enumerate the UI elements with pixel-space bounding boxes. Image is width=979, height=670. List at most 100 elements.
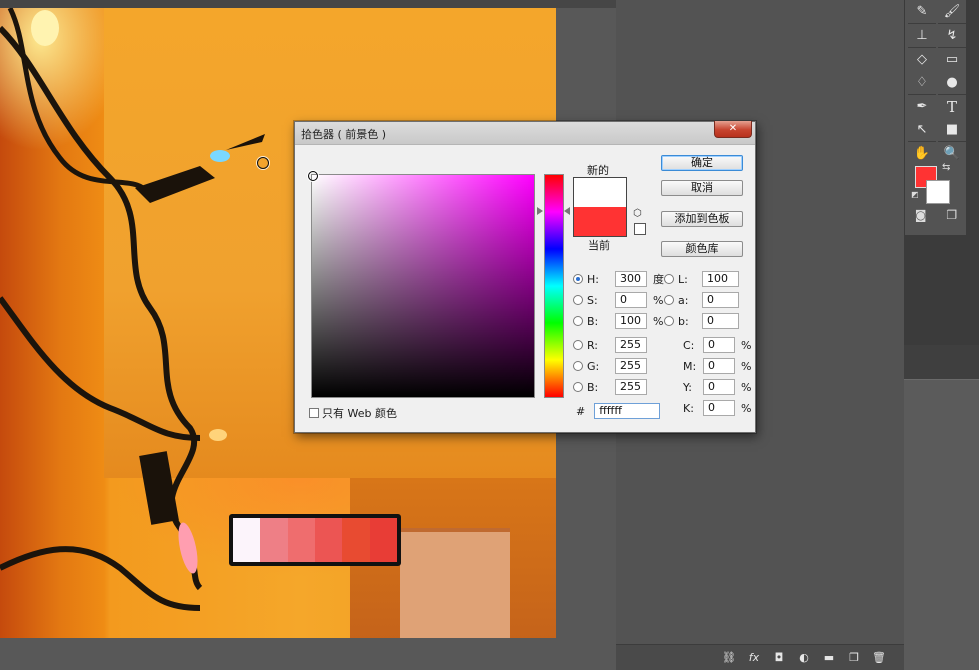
hue-slider[interactable] (544, 174, 564, 398)
radio-h[interactable] (573, 274, 583, 284)
swap-colors-icon[interactable]: ⇆ (942, 162, 950, 173)
new-color-label: 新的 (587, 164, 609, 177)
input-h[interactable]: 300 (615, 271, 647, 287)
hand-icon[interactable]: ✋ (908, 141, 936, 165)
color-libraries-button[interactable]: 颜色库 (661, 241, 743, 257)
hue-slider-left-arrow[interactable] (537, 207, 543, 215)
input-c[interactable]: 0 (703, 337, 735, 353)
cancel-button[interactable]: 取消 (661, 180, 743, 196)
right-lower-panel (904, 345, 979, 670)
radio-a[interactable] (664, 295, 674, 305)
path-select-icon[interactable]: ↖ (908, 118, 936, 141)
fx-icon[interactable]: fx (747, 651, 761, 664)
input-l[interactable]: 100 (702, 271, 739, 287)
history-brush-icon[interactable]: ↯ (938, 23, 966, 47)
hex-input[interactable]: ffffff (594, 403, 661, 419)
quick-mask-icon[interactable]: ◙ (915, 208, 927, 222)
field-row-k: K: 0 % (683, 399, 751, 417)
input-a[interactable]: 0 (702, 292, 739, 308)
healing-brush-icon[interactable]: ✎ (908, 0, 936, 23)
field-row-bc: B: 255 (573, 378, 647, 396)
field-row-a: a: 0 (664, 291, 739, 309)
add-to-swatches-button[interactable]: 添加到色板 (661, 211, 743, 227)
color-preview (573, 177, 627, 237)
stamp-icon[interactable]: ⊥ (908, 23, 936, 47)
unit-y: % (741, 380, 752, 394)
panel-body (904, 380, 979, 670)
radio-bv[interactable] (573, 316, 583, 326)
gradient-icon[interactable]: ▭ (938, 47, 966, 71)
label-bv: B: (587, 314, 599, 328)
current-color-label: 当前 (588, 239, 610, 252)
unit-h: 度 (653, 273, 664, 286)
web-safe-cube-icon[interactable]: ⬡ (633, 208, 642, 219)
dialog-titlebar[interactable]: 拾色器 ( 前景色 ) ✕ (295, 121, 755, 145)
link-icon[interactable]: ⛓ (722, 651, 736, 664)
default-colors-icon[interactable]: ◩ (911, 190, 919, 199)
screen-mode-icon[interactable]: ❐ (946, 208, 957, 222)
input-k[interactable]: 0 (703, 400, 735, 416)
folder-icon[interactable]: ▬ (822, 651, 836, 664)
sample-swatch (260, 518, 288, 562)
hex-label: # (576, 404, 586, 418)
field-row-c: C: 0 % (683, 336, 751, 354)
eraser-icon[interactable]: ◇ (908, 47, 936, 71)
saturation-brightness-field[interactable] (308, 171, 535, 398)
pen-icon[interactable]: ✒ (908, 94, 936, 118)
radio-b[interactable] (664, 316, 674, 326)
hex-row: # ffffff (576, 403, 661, 419)
shape-icon[interactable]: ■ (938, 118, 966, 141)
input-m[interactable]: 0 (703, 358, 735, 374)
field-row-s: S: 0 % (573, 291, 663, 309)
label-l: L: (678, 272, 688, 286)
color-marker[interactable] (308, 171, 318, 181)
dodge-icon[interactable]: ● (938, 71, 966, 94)
type-icon[interactable]: T (938, 94, 966, 118)
layers-bottom-bar: ⛓ fx ◘ ◐ ▬ ❐ 🗑 (616, 644, 904, 670)
brush-icon[interactable]: 🖌 (938, 0, 966, 23)
document-tab-strip (0, 0, 616, 8)
input-bv[interactable]: 100 (615, 313, 647, 329)
only-web-colors-checkbox[interactable] (309, 408, 319, 418)
input-b[interactable]: 0 (702, 313, 739, 329)
background-color-swatch[interactable] (926, 180, 950, 204)
radio-l[interactable] (664, 274, 674, 284)
field-row-l: L: 100 (664, 270, 739, 288)
label-c: C: (683, 338, 695, 352)
radio-bc[interactable] (573, 382, 583, 392)
field-row-b: b: 0 (664, 312, 739, 330)
color-picker-dialog: 拾色器 ( 前景色 ) ✕ 只有 Web 颜色 新的 当前 ⬡ 确定 取消 添加… (294, 121, 756, 433)
input-y[interactable]: 0 (703, 379, 735, 395)
mode-row: ◙ ❐ (905, 208, 967, 222)
label-bc: B: (587, 380, 599, 394)
radio-r[interactable] (573, 340, 583, 350)
only-web-colors-option[interactable]: 只有 Web 颜色 (309, 405, 397, 421)
field-row-bv: B: 100 % (573, 312, 663, 330)
web-safe-color-swatch[interactable] (634, 223, 646, 235)
sample-swatch (342, 518, 370, 562)
input-g[interactable]: 255 (615, 358, 647, 374)
label-k: K: (683, 401, 694, 415)
unit-s: % (653, 293, 664, 307)
trash-icon[interactable]: 🗑 (872, 651, 886, 664)
input-r[interactable]: 255 (615, 337, 647, 353)
radio-s[interactable] (573, 295, 583, 305)
sample-swatch (233, 518, 261, 562)
mask-icon[interactable]: ◘ (772, 651, 786, 664)
unit-k: % (741, 401, 752, 415)
adjustment-icon[interactable]: ◐ (797, 651, 811, 664)
dialog-title: 拾色器 ( 前景色 ) (301, 128, 387, 141)
current-color-swatch[interactable] (574, 207, 626, 236)
panel-collapse-strip (966, 0, 979, 345)
input-s[interactable]: 0 (615, 292, 647, 308)
unit-bv: % (653, 314, 664, 328)
radio-g[interactable] (573, 361, 583, 371)
close-button[interactable]: ✕ (714, 121, 752, 138)
new-color-swatch (574, 178, 626, 207)
ok-button[interactable]: 确定 (661, 155, 743, 171)
new-layer-icon[interactable]: ❐ (847, 651, 861, 664)
blur-icon[interactable]: ♢ (908, 71, 936, 94)
input-bc[interactable]: 255 (615, 379, 647, 395)
hue-slider-right-arrow[interactable] (564, 207, 570, 215)
field-row-g: G: 255 (573, 357, 647, 375)
